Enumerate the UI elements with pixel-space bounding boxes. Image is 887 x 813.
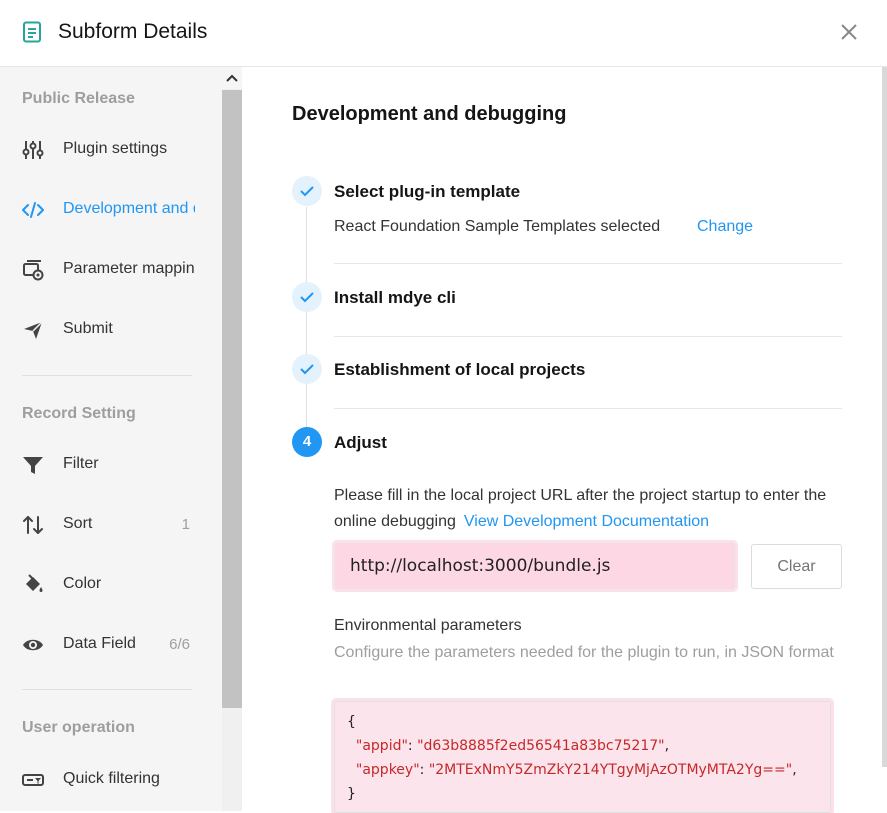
sidebar-group-user-operation: User operation [22,719,135,736]
check-icon [300,186,314,197]
step-separator [334,336,842,337]
step-connector [306,207,307,292]
sliders-icon [22,141,44,159]
step-number-badge: 4 [292,427,322,457]
sidebar: Public Release Plugin settings Developme… [0,67,222,811]
sidebar-scrollbar-thumb[interactable] [222,90,242,708]
json-line-appkey: "appkey": "2MTExNmY5ZmZkY214YTgyMjAzOTMy… [355,762,797,778]
step-complete-indicator [292,354,322,384]
parameter-icon [23,260,44,281]
view-documentation-link[interactable]: View Development Documentation [464,513,709,530]
data-field-count: 6/6 [169,636,190,653]
sidebar-item-quick-filtering[interactable]: Quick filtering [0,760,222,800]
quick-filter-icon [22,774,44,786]
main-content: Development and debugging Select plug-in… [242,67,882,813]
sort-icon [23,516,43,534]
chevron-up-icon [226,74,238,82]
sidebar-item-label: Plugin settings [63,140,168,157]
sidebar-item-label: Submit [63,320,113,337]
sidebar-item-label: Quick filtering [63,770,160,787]
step-complete-indicator [292,282,322,312]
sidebar-item-label: Sort [63,515,93,532]
step-title: Install mdye cli [334,288,456,307]
step-title: Establishment of local projects [334,360,586,379]
main-scrollbar[interactable] [882,67,887,767]
dialog-header: Subform Details [0,0,887,67]
check-icon [300,292,314,303]
step-separator [334,263,842,264]
sidebar-item-data-field[interactable]: Data Field 6/6 [0,625,222,665]
scroll-up-button[interactable] [222,67,242,89]
env-params-title: Environmental parameters [334,617,522,634]
sidebar-item-label: Development and debugging [63,200,195,217]
check-icon [300,364,314,375]
step-title: Select plug-in template [334,182,521,201]
json-open-brace: { [347,714,356,730]
step-connector [306,384,307,432]
sidebar-divider [22,689,192,690]
sidebar-item-color[interactable]: Color [0,565,222,605]
env-params-json-editor[interactable]: { "appid": "d63b8885f2ed56541a83bc75217"… [331,698,834,813]
send-icon [24,321,43,339]
sidebar-group-record-setting: Record Setting [22,405,136,422]
sidebar-divider [22,375,192,376]
env-params-description: Configure the parameters needed for the … [334,644,834,661]
step-separator [334,408,842,409]
sidebar-item-sort[interactable]: Sort 1 [0,505,222,545]
step-connector [306,312,307,360]
json-close-brace: } [347,786,356,802]
eye-icon [23,639,43,651]
clear-button[interactable]: Clear [751,544,842,589]
dialog-title: Subform Details [58,20,208,43]
project-url-input[interactable]: http://localhost:3000/bundle.js [332,540,738,592]
step-title: Adjust [334,433,387,452]
code-icon [22,202,44,218]
sidebar-item-label: Color [63,575,102,592]
document-icon [23,21,41,43]
sidebar-item-plugin-settings[interactable]: Plugin settings [0,130,222,170]
step-complete-indicator [292,176,322,206]
sidebar-item-filter[interactable]: Filter [0,445,222,485]
adjust-description: Please fill in the local project URL aft… [334,483,844,535]
filter-icon [23,457,43,474]
page-title: Development and debugging [292,103,567,125]
sidebar-item-submit[interactable]: Submit [0,310,222,350]
sidebar-item-label: Parameter mapping [63,260,195,277]
close-icon[interactable] [836,19,862,45]
json-line-appid: "appid": "d63b8885f2ed56541a83bc75217", [355,738,670,754]
sidebar-item-label: Filter [63,455,99,472]
paint-bucket-icon [26,574,43,592]
sidebar-group-public-release: Public Release [22,90,135,107]
sort-count: 1 [181,516,190,533]
change-template-link[interactable]: Change [697,218,753,236]
template-selected-text: React Foundation Sample Templates select… [334,218,661,235]
sidebar-item-parameter-mapping[interactable]: Parameter mapping [0,250,222,290]
sidebar-item-development-and-debugging[interactable]: Development and debugging [0,190,222,230]
